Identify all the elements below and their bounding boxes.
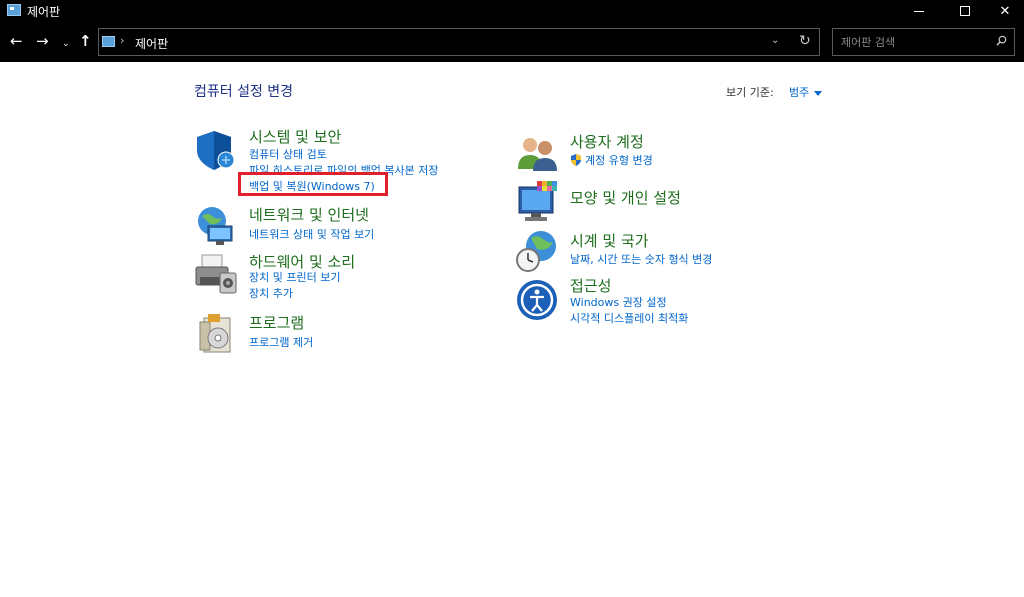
link-view-devices-printers[interactable]: 장치 및 프린터 보기 xyxy=(249,269,340,285)
link-add-device[interactable]: 장치 추가 xyxy=(249,285,293,301)
clock-globe-icon[interactable] xyxy=(515,230,559,274)
maximize-icon xyxy=(960,6,970,16)
link-optimize-visual-display[interactable]: 시각적 디스플레이 최적화 xyxy=(570,310,688,326)
recent-locations-button[interactable]: ⌄ xyxy=(62,36,70,52)
category-title-clock-region[interactable]: 시계 및 국가 xyxy=(570,230,649,251)
address-dropdown-button[interactable]: ⌄ xyxy=(771,35,779,46)
refresh-button[interactable]: ↻ xyxy=(799,33,811,49)
link-uninstall-program[interactable]: 프로그램 제거 xyxy=(249,334,313,350)
uac-shield-icon xyxy=(571,154,581,166)
address-bar[interactable]: › 제어판 ⌄ ↻ xyxy=(98,28,820,56)
network-globe-icon[interactable] xyxy=(194,204,238,248)
page-title: 컴퓨터 설정 변경 xyxy=(194,84,294,100)
appearance-monitor-icon[interactable] xyxy=(515,181,559,225)
programs-disc-icon[interactable] xyxy=(194,312,238,356)
breadcrumb-separator[interactable]: › xyxy=(120,34,124,47)
category-title-user-accounts[interactable]: 사용자 계정 xyxy=(570,131,644,152)
highlight-annotation xyxy=(238,172,388,196)
category-title-system-security[interactable]: 시스템 및 보안 xyxy=(249,126,341,147)
category-title-appearance-personalization[interactable]: 모양 및 개인 설정 xyxy=(570,187,681,208)
search-input[interactable] xyxy=(833,29,988,55)
printer-icon[interactable] xyxy=(194,251,238,295)
link-windows-recommended-settings[interactable]: Windows 권장 설정 xyxy=(570,294,667,310)
link-view-network-status[interactable]: 네트워크 상태 및 작업 보기 xyxy=(249,226,374,242)
control-panel-icon xyxy=(7,4,21,16)
window-title: 제어판 xyxy=(27,5,61,19)
title-bar: 제어판 ✕ xyxy=(0,0,1024,22)
category-title-network-internet[interactable]: 네트워크 및 인터넷 xyxy=(249,204,369,225)
category-title-ease-of-access[interactable]: 접근성 xyxy=(570,275,611,296)
accessibility-icon[interactable] xyxy=(515,278,559,322)
minimize-button[interactable] xyxy=(896,0,942,22)
minimize-icon xyxy=(914,10,924,12)
link-change-account-type-label: 계정 유형 변경 xyxy=(585,154,653,167)
up-button[interactable]: ↑ xyxy=(79,33,92,49)
forward-button[interactable]: → xyxy=(36,33,49,49)
link-change-date-time-format[interactable]: 날짜, 시간 또는 숫자 형식 변경 xyxy=(570,251,712,267)
view-by-label: 보기 기준: xyxy=(726,86,774,99)
view-by-dropdown[interactable]: 범주 xyxy=(789,84,822,100)
link-review-computer-status[interactable]: 컴퓨터 상태 검토 xyxy=(249,146,327,162)
close-button[interactable]: ✕ xyxy=(982,0,1024,22)
link-change-account-type[interactable]: 계정 유형 변경 xyxy=(570,152,653,168)
search-box[interactable] xyxy=(832,28,1015,56)
users-icon[interactable] xyxy=(515,131,559,175)
control-panel-icon xyxy=(102,36,115,47)
breadcrumb-control-panel[interactable]: 제어판 xyxy=(135,35,168,52)
category-title-programs[interactable]: 프로그램 xyxy=(249,312,304,333)
back-button[interactable]: ← xyxy=(10,33,23,49)
navigation-bar: ← → ⌄ ↑ › 제어판 ⌄ ↻ xyxy=(0,22,1024,62)
security-shield-icon[interactable] xyxy=(194,128,238,172)
search-icon[interactable] xyxy=(996,35,1007,46)
